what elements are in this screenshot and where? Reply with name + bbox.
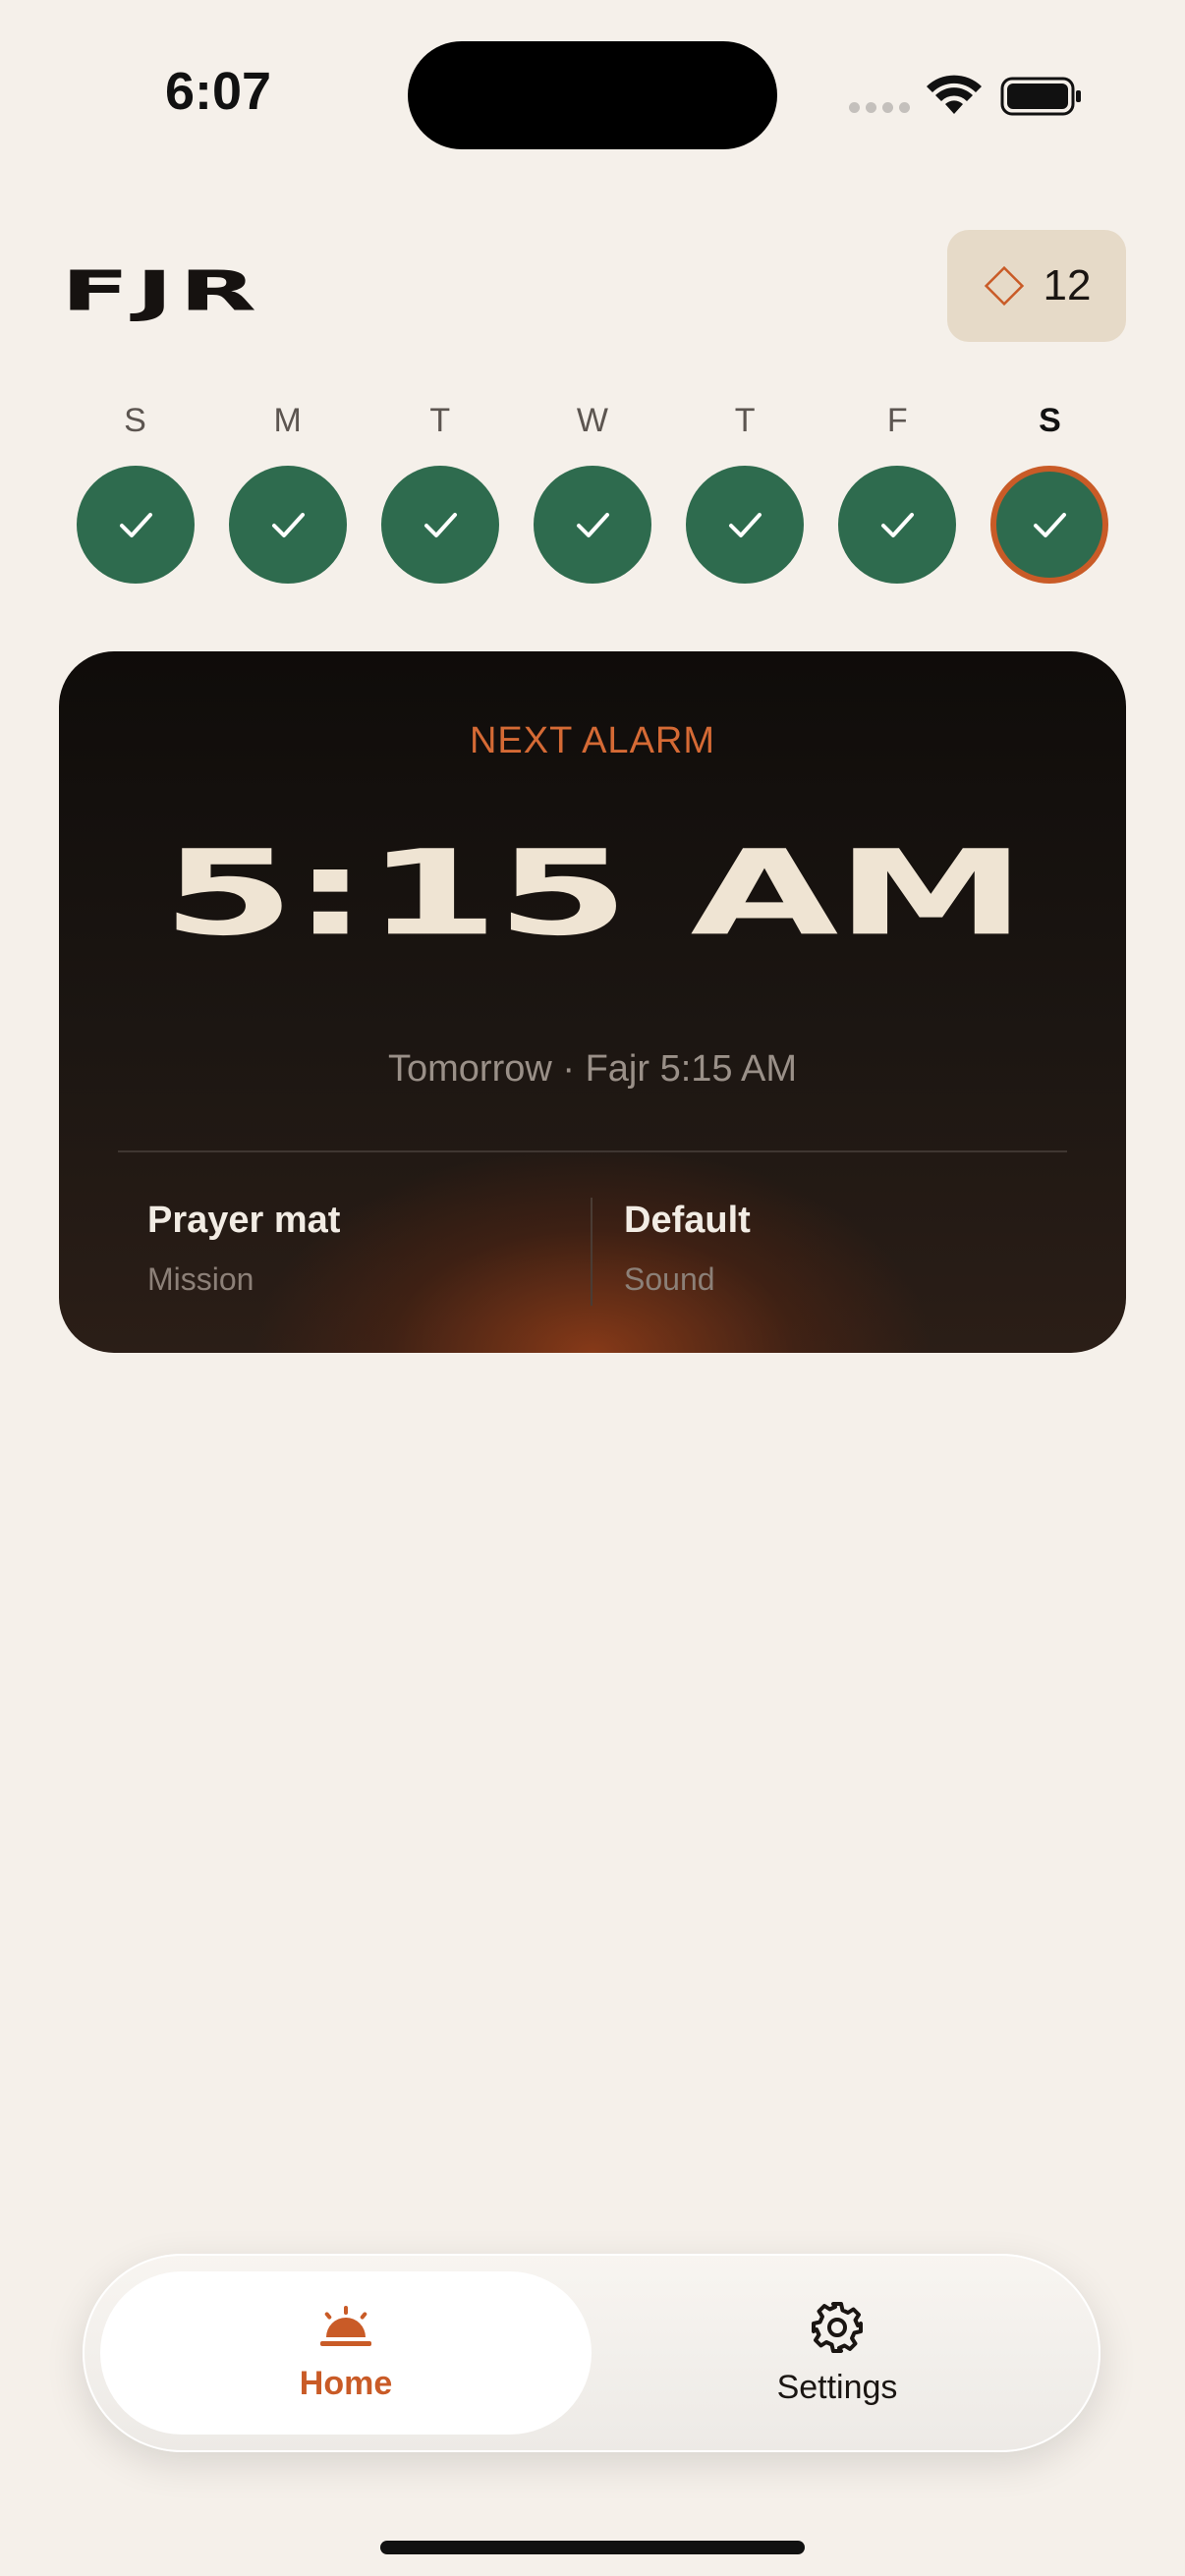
mission-value: Prayer mat (147, 1200, 341, 1241)
diamond-icon (984, 265, 1024, 307)
day-letter: W (576, 402, 609, 439)
day-status[interactable] (533, 466, 651, 584)
day-monday: M (211, 393, 364, 584)
day-status[interactable] (380, 466, 499, 584)
day-letter: F (886, 402, 908, 439)
checkmark-icon (1034, 513, 1067, 537)
day-letter: M (273, 402, 302, 439)
week-tracker: S M T W T F S (59, 393, 1126, 584)
streak-badge[interactable]: 12 (947, 230, 1126, 342)
gear-icon (812, 2301, 863, 2353)
tab-bar: Home Settings (83, 2254, 1100, 2452)
day-thursday: T (669, 393, 821, 584)
next-alarm-label: NEXT ALARM (469, 720, 716, 761)
checkmark-icon (729, 513, 762, 537)
status-time: 6:07 (165, 62, 272, 121)
mission-caption: Mission (147, 1261, 254, 1297)
day-letter: S (124, 402, 146, 439)
day-status[interactable] (228, 466, 347, 584)
card-divider (118, 1150, 1067, 1152)
next-alarm-card[interactable]: NEXT ALARM 5:15 AM Tomorrow · Fajr 5:15 … (59, 651, 1126, 1353)
tab-settings[interactable]: Settings (592, 2271, 1083, 2435)
day-friday: F (821, 393, 974, 584)
day-wednesday: W (516, 393, 668, 584)
day-letter: T (734, 402, 756, 439)
day-status[interactable] (686, 466, 805, 584)
checkmark-icon (423, 513, 457, 537)
checkmark-icon (119, 513, 152, 537)
tab-home[interactable]: Home (100, 2271, 592, 2435)
battery-icon (1000, 77, 1081, 116)
sound-value: Default (624, 1200, 751, 1241)
alarm-subtitle: Tomorrow · Fajr 5:15 AM (388, 1048, 797, 1090)
sunrise-alarm-icon (320, 2305, 371, 2346)
wifi-icon (927, 75, 982, 114)
day-status-today[interactable] (990, 466, 1109, 584)
day-status[interactable] (76, 466, 195, 584)
card-vertical-divider (591, 1198, 592, 1306)
checkmark-icon (881, 513, 915, 537)
day-tuesday: T (364, 393, 516, 584)
tab-settings-label: Settings (776, 2368, 898, 2406)
checkmark-icon (576, 513, 609, 537)
sound-info[interactable]: Default Sound (624, 1200, 751, 1298)
day-letter-today: S (1039, 402, 1061, 439)
day-letter: T (429, 402, 451, 439)
tab-home-label: Home (299, 2364, 393, 2402)
cellular-signal-icon (849, 102, 910, 113)
day-status[interactable] (838, 466, 957, 584)
checkmark-icon (271, 513, 305, 537)
dynamic-island (408, 41, 777, 149)
sound-caption: Sound (624, 1261, 715, 1297)
streak-count: 12 (1043, 261, 1092, 309)
day-saturday: S (974, 393, 1126, 584)
app-logo: FJR (61, 258, 263, 324)
mission-info[interactable]: Prayer mat Mission (147, 1200, 340, 1298)
day-sunday: S (59, 393, 211, 584)
alarm-time: 5:15 AM (161, 824, 1027, 962)
home-indicator[interactable] (380, 2541, 805, 2554)
